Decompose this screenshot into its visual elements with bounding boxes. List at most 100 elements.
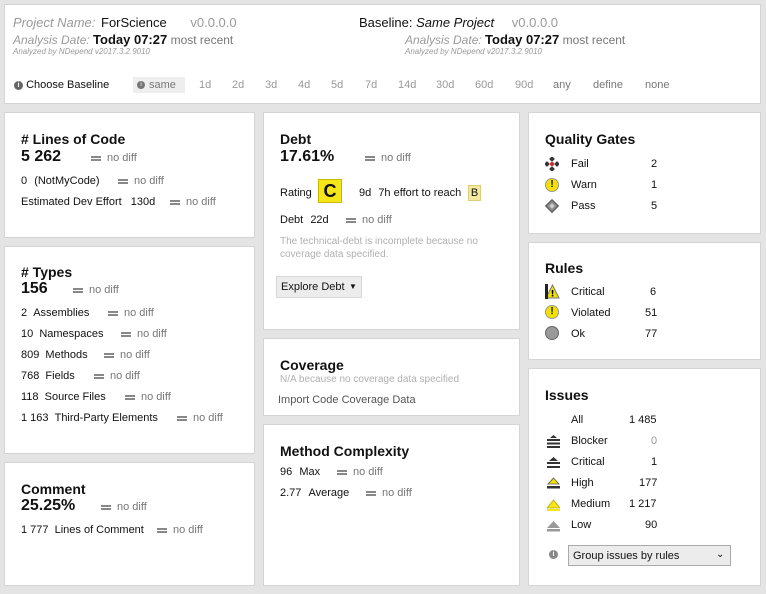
rules-ok-label: Ok: [571, 328, 586, 340]
no-diff-label: no diff: [137, 328, 167, 340]
pass-icon: [544, 198, 560, 214]
no-diff-label: no diff: [89, 284, 119, 296]
no-diff-label: no diff: [124, 307, 154, 319]
low-icon: [547, 519, 560, 532]
no-diff-label: no diff: [141, 391, 171, 403]
types-title: # Types: [21, 264, 73, 280]
types-row-value: 2: [21, 307, 28, 319]
no-diff-label: no diff: [362, 214, 392, 226]
issues-all-label: All: [571, 414, 584, 426]
baseline-option-none[interactable]: none: [645, 79, 669, 91]
dev-effort-value: 130d: [130, 196, 156, 208]
baseline-option-3d[interactable]: 3d: [265, 79, 277, 91]
baseline-option-30d[interactable]: 30d: [436, 79, 454, 91]
types-row-value: 10: [21, 328, 34, 340]
debt-diff: no diff: [365, 152, 411, 164]
equal-icon: [121, 331, 131, 337]
complexity-title: Method Complexity: [280, 443, 410, 459]
analysis-date-row: Analysis Date: Today 07:27 most recent: [13, 32, 233, 47]
quality-gates-panel[interactable]: Quality Gates Fail 2 ! Warn 1 Pass 5: [528, 112, 761, 234]
no-diff-label: no diff: [186, 196, 216, 208]
issues-low-label: Low: [571, 519, 592, 531]
project-name-label: Project Name:: [13, 15, 96, 30]
qg-warn-label: Warn: [571, 179, 597, 191]
baseline-option-7d[interactable]: 7d: [365, 79, 377, 91]
most-recent-label: most recent: [170, 33, 234, 47]
notmycode-diff: no diff: [118, 175, 164, 187]
rules-violated-count: 51: [645, 307, 658, 319]
baseline-row: Baseline: Same Project v0.0.0.0: [359, 15, 558, 30]
choose-baseline[interactable]: i Choose Baseline: [14, 79, 109, 91]
comment-title: Comment: [21, 481, 86, 497]
project-name: ForScience: [101, 15, 167, 30]
baseline-option-4d[interactable]: 4d: [298, 79, 310, 91]
baseline-option-define[interactable]: define: [593, 79, 623, 91]
issues-high-label: High: [571, 477, 594, 489]
group-issues-select[interactable]: Group issues by rules ⌄: [568, 545, 731, 566]
baseline-option-2d[interactable]: 2d: [232, 79, 244, 91]
debt-days-label: Debt: [280, 214, 304, 226]
explore-debt-button[interactable]: Explore Debt ▼: [276, 276, 362, 298]
import-coverage-link[interactable]: Import Code Coverage Data: [278, 394, 416, 406]
quality-gates-title: Quality Gates: [545, 131, 636, 147]
analysis-date: Today 07:27: [93, 32, 168, 47]
types-row-label: Methods: [45, 349, 88, 361]
effort-text: effort to reach: [393, 187, 462, 199]
equal-icon: [125, 394, 135, 400]
no-diff-label: no diff: [173, 524, 203, 536]
effort-hours: 7h: [378, 187, 391, 199]
issues-blocker-label: Blocker: [571, 435, 608, 447]
types-row: 1 163 Third-Party Elements: [21, 412, 158, 424]
baseline-option-any[interactable]: any: [553, 79, 571, 91]
equal-icon: [365, 155, 375, 161]
types-row-label: Source Files: [44, 391, 106, 403]
notmycode-row: 0 (NotMyCode): [21, 175, 100, 187]
types-row-diff: no diff: [121, 328, 167, 340]
high-icon: [547, 477, 560, 490]
types-row-diff: no diff: [177, 412, 223, 424]
rules-critical-count: 6: [650, 286, 657, 298]
equal-icon: [337, 469, 347, 475]
target-rating-badge: B: [468, 185, 481, 201]
types-row-diff: no diff: [125, 391, 171, 403]
explore-debt-label: Explore Debt: [281, 281, 345, 293]
info-icon: i: [14, 81, 23, 90]
debt-value: 17.61%: [280, 148, 335, 165]
complexity-max-value: 96: [280, 466, 293, 478]
baseline-option-90d[interactable]: 90d: [515, 79, 533, 91]
rules-panel[interactable]: Rules ! Critical 6 ! Violated 51 Ok 77: [528, 242, 761, 360]
baseline-version: v0.0.0.0: [511, 15, 559, 30]
critical-rule-icon: !: [545, 283, 560, 300]
coverage-panel: Coverage N/A because no coverage data sp…: [263, 338, 520, 416]
debt-days-diff: no diff: [346, 214, 392, 226]
issues-medium-count: 1 217: [629, 498, 657, 510]
dev-effort-diff: no diff: [170, 196, 216, 208]
baseline-option-5d[interactable]: 5d: [331, 79, 343, 91]
types-diff: no diff: [73, 284, 119, 296]
equal-icon: [94, 373, 104, 379]
baseline-option-14d[interactable]: 14d: [398, 79, 416, 91]
types-row-value: 768: [21, 370, 40, 382]
effort-row: 9d 7h effort to reach: [359, 187, 461, 199]
types-value: 156: [21, 280, 48, 297]
no-diff-label: no diff: [120, 349, 150, 361]
dev-effort-label: Estimated Dev Effort: [21, 196, 122, 208]
issues-panel[interactable]: Issues All 1 485 Blocker 0 Critical 1 Hi…: [528, 368, 761, 586]
ok-icon: [545, 326, 559, 340]
complexity-panel: Method Complexity 96 Max no diff 2.77 Av…: [263, 424, 520, 586]
critical-issue-icon: [547, 456, 560, 469]
comment-lines-diff: no diff: [157, 524, 203, 536]
no-diff-label: no diff: [381, 152, 411, 164]
comment-lines-row: 1 777 Lines of Comment: [21, 524, 144, 536]
issues-critical-label: Critical: [571, 456, 605, 468]
types-row-diff: no diff: [108, 307, 154, 319]
debt-days-value: 22d: [310, 214, 329, 226]
baseline-option-60d[interactable]: 60d: [475, 79, 493, 91]
equal-icon: [104, 352, 114, 358]
baseline-option-1d[interactable]: 1d: [199, 79, 211, 91]
loc-panel: # Lines of Code 5 262 no diff 0 (NotMyCo…: [4, 112, 255, 238]
dev-effort-row: Estimated Dev Effort 130d: [21, 196, 155, 208]
baseline-option-same[interactable]: i same: [133, 77, 185, 93]
loc-title: # Lines of Code: [21, 131, 126, 147]
project-version: v0.0.0.0: [190, 15, 237, 30]
